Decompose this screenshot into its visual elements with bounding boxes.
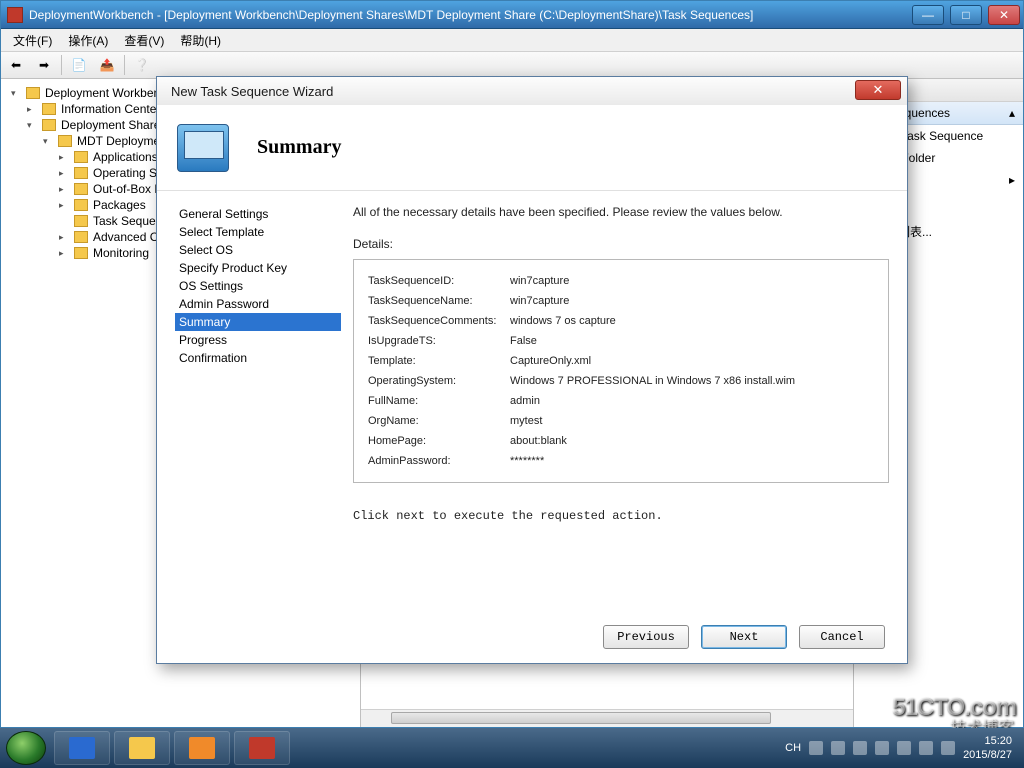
forward-button[interactable]: ➡ — [33, 54, 55, 76]
taskbar: CH 15:20 2015/8/27 — [0, 728, 1024, 768]
wizard-header-icon — [177, 124, 229, 172]
wizard-intro-text: All of the necessary details have been s… — [353, 205, 889, 219]
wizard-footnote: Click next to execute the requested acti… — [353, 509, 889, 523]
minimize-button[interactable]: — — [912, 5, 944, 25]
taskbar-deployment[interactable] — [234, 731, 290, 765]
ime-indicator[interactable]: CH — [785, 742, 801, 754]
detail-value: ******** — [510, 452, 795, 470]
back-button[interactable]: ⬅ — [5, 54, 27, 76]
details-box: TaskSequenceID:win7captureTaskSequenceNa… — [353, 259, 889, 483]
menu-file[interactable]: 文件(F) — [5, 32, 60, 49]
detail-value: Windows 7 PROFESSIONAL in Windows 7 x86 … — [510, 372, 795, 390]
detail-key: OperatingSystem: — [368, 372, 508, 390]
detail-value: win7capture — [510, 272, 795, 290]
close-button[interactable]: ✕ — [988, 5, 1020, 25]
detail-value: about:blank — [510, 432, 795, 450]
menu-view[interactable]: 查看(V) — [116, 32, 172, 49]
horizontal-scrollbar[interactable] — [361, 709, 853, 727]
details-table: TaskSequenceID:win7captureTaskSequenceNa… — [366, 270, 797, 472]
detail-key: HomePage: — [368, 432, 508, 450]
scrollbar-thumb[interactable] — [391, 712, 771, 724]
tray-icon[interactable] — [831, 741, 845, 755]
detail-key: IsUpgradeTS: — [368, 332, 508, 350]
previous-button[interactable]: Previous — [603, 625, 689, 649]
taskbar-ie[interactable] — [54, 731, 110, 765]
next-button[interactable]: Next — [701, 625, 787, 649]
details-label: Details: — [353, 237, 889, 251]
taskbar-explorer[interactable] — [114, 731, 170, 765]
detail-key: TaskSequenceID: — [368, 272, 508, 290]
tray-icon[interactable] — [897, 741, 911, 755]
wizard-step[interactable]: Progress — [175, 331, 341, 349]
tray-icon[interactable] — [919, 741, 933, 755]
help-button[interactable]: ❔ — [131, 54, 153, 76]
wizard-step-list: General SettingsSelect TemplateSelect OS… — [157, 191, 347, 611]
maximize-button[interactable]: □ — [950, 5, 982, 25]
wizard-step[interactable]: General Settings — [175, 205, 341, 223]
menu-action[interactable]: 操作(A) — [60, 32, 116, 49]
toolbar: ⬅ ➡ 📄 📤 ❔ — [1, 51, 1023, 79]
detail-key: OrgName: — [368, 412, 508, 430]
taskbar-media[interactable] — [174, 731, 230, 765]
detail-value: CaptureOnly.xml — [510, 352, 795, 370]
wizard-button-row: Previous Next Cancel — [157, 611, 907, 663]
detail-value: False — [510, 332, 795, 350]
detail-key: Template: — [368, 352, 508, 370]
wizard-step[interactable]: Select OS — [175, 241, 341, 259]
tray-icon[interactable] — [941, 741, 955, 755]
wizard-step[interactable]: OS Settings — [175, 277, 341, 295]
toolbar-separator — [61, 55, 62, 75]
wizard-step[interactable]: Specify Product Key — [175, 259, 341, 277]
tray-icon[interactable] — [809, 741, 823, 755]
export-button[interactable]: 📤 — [96, 54, 118, 76]
tray-icon[interactable] — [875, 741, 889, 755]
wizard-header: Summary — [157, 105, 907, 191]
tray-clock[interactable]: 15:20 2015/8/27 — [963, 734, 1012, 762]
detail-key: AdminPassword: — [368, 452, 508, 470]
window-title: DeploymentWorkbench - [Deployment Workbe… — [29, 8, 753, 22]
detail-value: mytest — [510, 412, 795, 430]
wizard-step[interactable]: Summary — [175, 313, 341, 331]
detail-key: TaskSequenceName: — [368, 292, 508, 310]
wizard-step[interactable]: Select Template — [175, 223, 341, 241]
detail-value: win7capture — [510, 292, 795, 310]
wizard-close-button[interactable]: ✕ — [855, 80, 901, 100]
tray-icon[interactable] — [853, 741, 867, 755]
detail-value: admin — [510, 392, 795, 410]
system-tray: CH 15:20 2015/8/27 — [785, 734, 1018, 762]
menubar: 文件(F) 操作(A) 查看(V) 帮助(H) — [1, 29, 1023, 51]
menu-help[interactable]: 帮助(H) — [172, 32, 229, 49]
wizard-dialog: New Task Sequence Wizard ✕ Summary Gener… — [156, 76, 908, 664]
toolbar-separator — [124, 55, 125, 75]
wizard-step[interactable]: Confirmation — [175, 349, 341, 367]
detail-key: FullName: — [368, 392, 508, 410]
collapse-icon: ▴ — [1009, 106, 1015, 120]
detail-value: windows 7 os capture — [510, 312, 795, 330]
wizard-titlebar: New Task Sequence Wizard ✕ — [157, 77, 907, 105]
wizard-content: All of the necessary details have been s… — [347, 191, 907, 611]
tray-date: 2015/8/27 — [963, 748, 1012, 762]
cancel-button[interactable]: Cancel — [799, 625, 885, 649]
app-icon — [7, 7, 23, 23]
start-button[interactable] — [6, 731, 46, 765]
wizard-header-title: Summary — [257, 136, 341, 159]
tray-time: 15:20 — [963, 734, 1012, 748]
wizard-step[interactable]: Admin Password — [175, 295, 341, 313]
titlebar: DeploymentWorkbench - [Deployment Workbe… — [1, 1, 1023, 29]
wizard-title: New Task Sequence Wizard — [171, 84, 333, 99]
detail-key: TaskSequenceComments: — [368, 312, 508, 330]
up-button[interactable]: 📄 — [68, 54, 90, 76]
